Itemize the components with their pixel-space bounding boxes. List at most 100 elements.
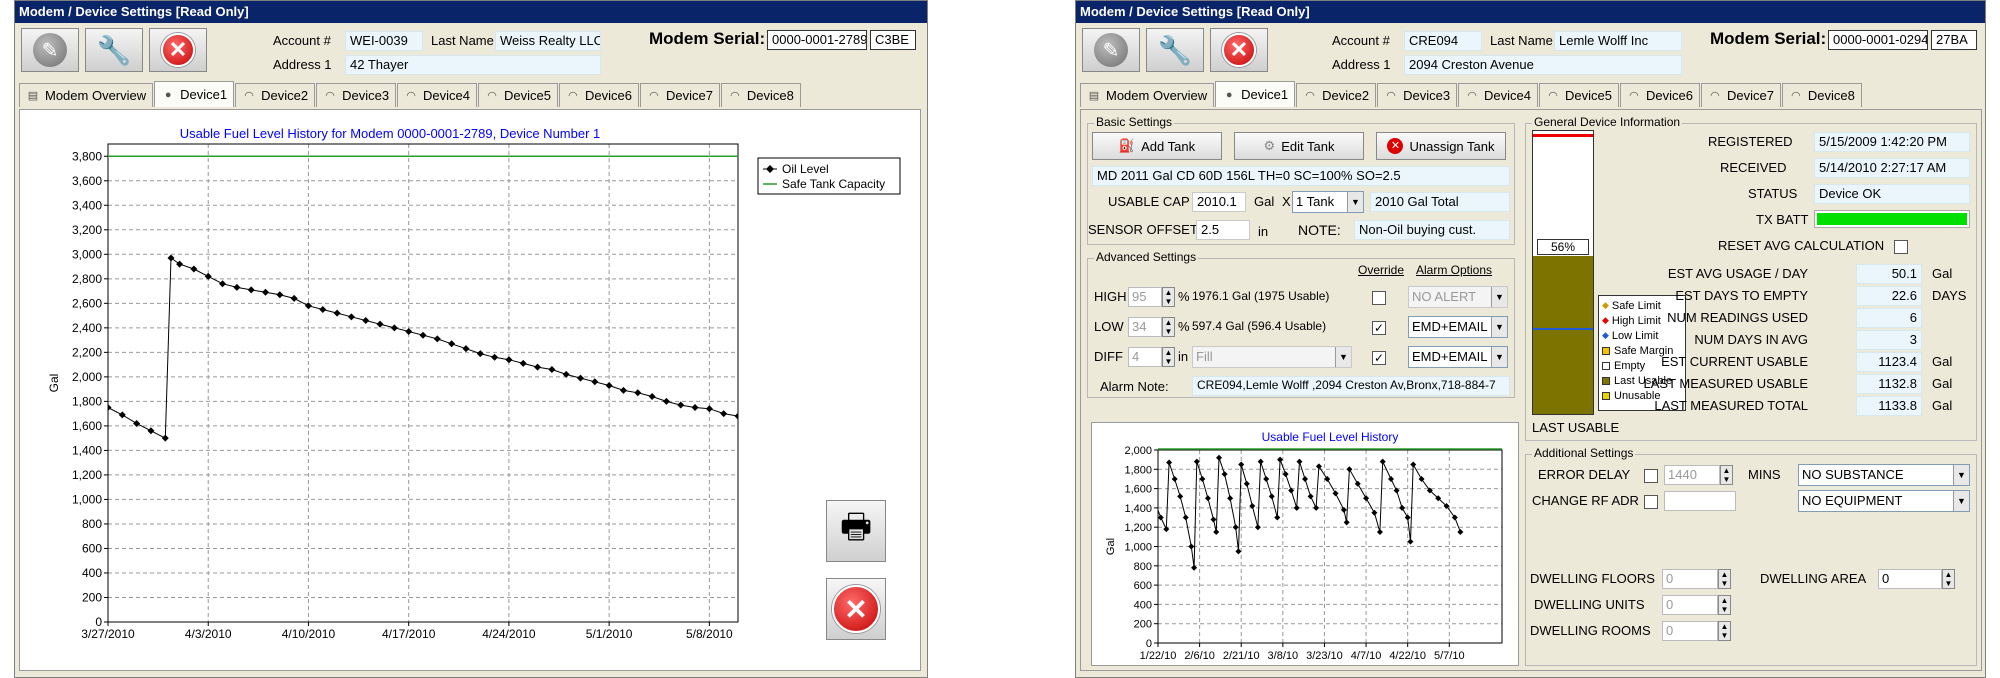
tab-device3[interactable]: ◠ Device3	[316, 83, 397, 107]
dwelling-rooms-spinner[interactable]: 0	[1662, 621, 1718, 641]
tank-description-field[interactable]: MD 2011 Gal CD 60D 156L TH=0 SC=100% SO=…	[1092, 166, 1510, 186]
spinner-arrows-icon[interactable]: ▲ ▼	[1162, 317, 1175, 337]
equipment-select[interactable]: NO EQUIPMENT ▼	[1798, 490, 1970, 512]
data-point	[1399, 504, 1406, 511]
tab-device1[interactable]: ● Device1	[154, 81, 235, 107]
low-override-checkbox[interactable]: ✓	[1372, 321, 1386, 335]
y-tick-label: 3,400	[72, 198, 102, 212]
spinner-arrows-icon[interactable]: ▲ ▼	[1718, 569, 1731, 589]
tab-device2[interactable]: ◠ Device2	[235, 83, 316, 107]
settings-button[interactable]: 🔧	[1146, 28, 1204, 72]
spinner-arrows-icon[interactable]: ▲ ▼	[1942, 569, 1955, 589]
x-tick-label: 3/27/2010	[81, 627, 135, 641]
tank-count-select[interactable]: 1 Tank ▼	[1292, 191, 1364, 213]
error-delay-checkbox[interactable]	[1644, 469, 1658, 483]
high-spinner[interactable]: 95	[1128, 287, 1162, 307]
tab-device4[interactable]: ◠ Device4	[1458, 83, 1539, 107]
account-field[interactable]: CRE094	[1404, 31, 1482, 51]
data-point	[1363, 495, 1370, 502]
tab-device6[interactable]: ◠ Device6	[1619, 83, 1700, 107]
spinner-arrows-icon[interactable]: ▲ ▼	[1718, 595, 1731, 615]
tab-device8[interactable]: ◠ Device8	[720, 83, 801, 107]
advanced-settings-title: Advanced Settings	[1094, 250, 1199, 264]
tab-device8[interactable]: ◠ Device8	[1781, 83, 1862, 107]
x-tick-label: 5/8/2010	[686, 627, 733, 641]
settings-button[interactable]: 🔧	[85, 28, 143, 72]
spinner-arrows-icon[interactable]: ▲ ▼	[1718, 621, 1731, 641]
add-tank-button[interactable]: ⛽ Add Tank	[1092, 132, 1222, 160]
data-point	[1274, 514, 1281, 521]
dwelling-floors-label: DWELLING FLOORS	[1530, 571, 1655, 586]
data-point	[1182, 514, 1189, 521]
edit-button[interactable]: ✎	[21, 28, 79, 72]
print-button[interactable]: 🖶	[826, 500, 886, 562]
last-usable-label: LAST USABLE	[1532, 420, 1620, 435]
data-point	[118, 411, 126, 419]
change-rf-checkbox[interactable]	[1644, 495, 1658, 509]
error-delay-spinner[interactable]: 1440	[1664, 465, 1720, 485]
sensor-offset-field[interactable]: 2.5	[1196, 220, 1250, 240]
rf-address-field[interactable]	[1664, 491, 1736, 511]
address-field[interactable]: 42 Thayer	[345, 55, 601, 75]
edit-button[interactable]: ✎	[1082, 28, 1140, 72]
dwelling-floors-spinner[interactable]: 0	[1662, 569, 1718, 589]
tab-device1[interactable]: ● Device1	[1215, 81, 1296, 107]
spinner-arrows-icon[interactable]: ▲ ▼	[1162, 287, 1175, 307]
modem-serial-suffix[interactable]: C3BE	[870, 30, 916, 50]
tab-device5[interactable]: ◠ Device5	[478, 83, 558, 107]
dwelling-area-spinner[interactable]: 0	[1878, 569, 1942, 589]
tab-device2[interactable]: ◠ Device2	[1296, 83, 1377, 107]
note-field[interactable]: Non-Oil buying cust.	[1354, 220, 1510, 240]
tab-device3[interactable]: ◠ Device3	[1377, 83, 1458, 107]
data-point	[605, 381, 613, 389]
alarm-note-field[interactable]: CRE094,Lemle Wolff ,2094 Creston Av,Bron…	[1192, 376, 1510, 396]
modem-serial-field[interactable]: 0000-0001-2789	[767, 30, 867, 50]
tab-device7[interactable]: ◠ Device7	[639, 83, 720, 107]
low-label: LOW	[1094, 319, 1124, 334]
diff-spinner[interactable]: 4	[1128, 347, 1162, 367]
modem-serial-field[interactable]: 0000-0001-0294	[1828, 30, 1928, 50]
diff-override-checkbox[interactable]: ✓	[1372, 351, 1386, 365]
close-button[interactable]: ✕	[149, 28, 207, 72]
substance-select[interactable]: NO SUBSTANCE ▼	[1798, 464, 1970, 486]
spinner-arrows-icon[interactable]: ▲ ▼	[1720, 465, 1733, 485]
registered-field: 5/15/2009 1:42:20 PM	[1814, 132, 1970, 152]
data-point	[1257, 458, 1264, 465]
tab-modem-overview[interactable]: ▤ Modem Overview	[19, 83, 154, 107]
diff-select[interactable]: Fill ▼	[1192, 346, 1352, 368]
account-field[interactable]: WEI-0039	[345, 31, 423, 51]
close-chart-button[interactable]: ✕	[826, 578, 886, 640]
dwelling-units-spinner[interactable]: 0	[1662, 595, 1718, 615]
lastname-field[interactable]: Weiss Realty LLC	[495, 31, 601, 51]
close-button[interactable]: ✕	[1210, 28, 1268, 72]
tab-device4[interactable]: ◠ Device4	[397, 83, 478, 107]
tab-modem-overview[interactable]: ▤ Modem Overview	[1080, 83, 1215, 107]
multiply-label: X	[1282, 194, 1291, 209]
lastname-field[interactable]: Lemle Wolff Inc	[1554, 31, 1682, 51]
tab-device6[interactable]: ◠ Device6	[558, 83, 639, 107]
plot-area	[107, 143, 739, 623]
unassign-tank-button[interactable]: ✕ Unassign Tank	[1376, 132, 1506, 160]
low-alarm-select[interactable]: EMD+EMAIL ▼	[1408, 316, 1508, 338]
modem-serial-suffix[interactable]: 27BA	[1931, 30, 1977, 50]
data-point	[1313, 504, 1320, 511]
usable-cap-field[interactable]: 2010.1	[1192, 192, 1246, 212]
high-alarm-select[interactable]: NO ALERT ▼	[1408, 286, 1508, 308]
reset-avg-checkbox[interactable]	[1894, 240, 1908, 254]
tab-device5[interactable]: ◠ Device5	[1539, 83, 1619, 107]
data-point	[491, 353, 499, 361]
series-oil-level	[1158, 454, 1464, 571]
y-tick-label: 1,800	[72, 394, 102, 408]
gauge-icon: ◠	[568, 89, 578, 102]
edit-tank-button[interactable]: ⚙ Edit Tank	[1234, 132, 1364, 160]
stat-row: LAST MEASURED USABLE 1132.8 Gal	[1526, 374, 1978, 394]
high-override-checkbox[interactable]	[1372, 291, 1386, 305]
data-point	[1235, 548, 1242, 555]
low-spinner[interactable]: 34	[1128, 317, 1162, 337]
tab-device7[interactable]: ◠ Device7	[1700, 83, 1781, 107]
address-field[interactable]: 2094 Creston Avenue	[1404, 55, 1682, 75]
data-point	[1457, 529, 1464, 536]
gauge-icon: ◠	[730, 89, 740, 102]
spinner-arrows-icon[interactable]: ▲ ▼	[1162, 347, 1175, 367]
diff-alarm-select[interactable]: EMD+EMAIL ▼	[1408, 346, 1508, 368]
